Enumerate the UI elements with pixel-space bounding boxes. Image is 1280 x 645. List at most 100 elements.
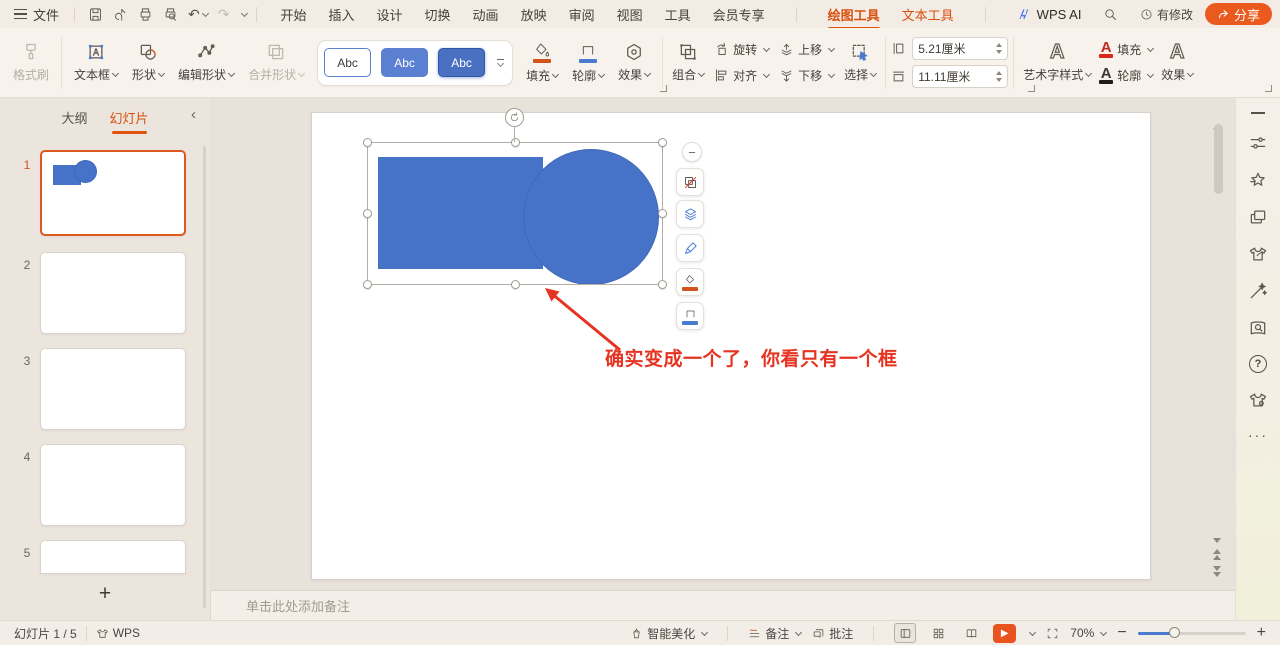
find-reference-button[interactable] [1248,318,1268,338]
slide-thumbnail-2[interactable] [40,252,186,334]
slide-thumbnail-5[interactable] [40,540,186,574]
shape-effects-button[interactable]: 效果 [611,40,657,85]
undo-button[interactable]: ↶ [188,6,209,23]
edit-shape-button[interactable]: 编辑形状 [171,40,241,85]
wps-ai-button[interactable]: WPS AI [1017,7,1081,22]
align-button[interactable]: 对齐 [710,65,773,87]
slide-thumbnail-4[interactable] [40,444,186,526]
resize-handle-sw[interactable] [363,280,372,289]
search-icon[interactable] [1103,7,1118,22]
style-swatch-1[interactable]: Abc [324,48,372,77]
width-input[interactable] [918,69,983,84]
tab-insert[interactable]: 插入 [329,5,355,24]
zoom-in-button[interactable]: + [1257,625,1266,641]
zoom-slider[interactable] [1137,626,1246,640]
normal-view-button[interactable] [894,623,917,643]
group-launcher-icon[interactable] [660,85,667,92]
comments-button[interactable]: 批注 [812,625,853,642]
smart-tools-button[interactable] [1248,281,1268,301]
tab-member[interactable]: 会员专享 [713,5,765,24]
smart-beautify-button[interactable]: 智能美化 [630,625,709,642]
style-swatch-3-selected[interactable]: Abc [438,48,486,77]
bring-forward-button[interactable]: 上移 [775,39,838,61]
tab-drawing-tools[interactable]: 绘图工具 [827,5,880,30]
tab-text-tools[interactable]: 文本工具 [902,5,954,24]
gallery-expand-button[interactable] [495,58,506,68]
format-brush-button[interactable] [676,234,704,262]
selection-pane-button[interactable] [1248,207,1268,227]
resize-handle-nw[interactable] [363,138,372,147]
tab-review[interactable]: 审阅 [569,5,595,24]
zoom-level[interactable]: 70% [1070,626,1108,640]
wordart-effects-button[interactable]: A 效果 [1157,41,1197,83]
spin-up-icon[interactable] [996,71,1003,75]
tab-transition[interactable]: 切换 [425,5,451,24]
resize-handle-w[interactable] [363,209,372,218]
share-button[interactable]: 分享 [1204,3,1272,25]
tab-slideshow[interactable]: 放映 [521,5,547,24]
layer-order-button[interactable] [676,200,704,228]
slide-sorter-view-button[interactable] [927,623,949,643]
selection-box[interactable] [363,138,667,289]
tab-home[interactable]: 开始 [280,5,306,24]
resize-handle-n[interactable] [511,138,520,147]
slideshow-play-button[interactable]: ▶ [993,623,1017,643]
collapse-toolbar-button[interactable]: − [682,142,702,162]
shapes-button[interactable]: 形状 [125,40,171,85]
group-launcher-icon[interactable] [1028,85,1035,92]
panel-scrollbar[interactable] [203,146,206,608]
tab-view[interactable]: 视图 [617,5,643,24]
fit-window-button[interactable] [1046,627,1059,640]
tab-slides[interactable]: 幻灯片 [110,108,149,134]
group-launcher-icon[interactable] [1265,85,1272,92]
slide-thumbnail-1[interactable] [40,150,186,236]
wordart-outline-button[interactable]: A 轮廓 [1095,65,1157,87]
resize-handle-ne[interactable] [658,138,667,147]
file-menu-button[interactable]: 文件 [8,5,65,24]
more-tools-button[interactable]: ··· [1248,427,1268,443]
panel-collapse-button[interactable]: ‹ [191,106,196,123]
add-slide-button[interactable]: + [0,582,210,606]
notes-button[interactable]: 备注 [748,625,803,642]
reading-view-button[interactable] [960,623,982,643]
design-materials-button[interactable] [1248,244,1268,264]
notes-bar[interactable]: 单击此处添加备注 [210,590,1235,620]
resize-handle-s[interactable] [511,280,520,289]
rotate-handle[interactable] [505,108,524,127]
spin-down-icon[interactable] [996,50,1003,54]
sidebar-collapse-button[interactable] [1251,112,1265,114]
print-preview-button[interactable] [163,7,178,22]
tab-outline[interactable]: 大纲 [61,108,87,127]
merge-shapes-quick-button[interactable] [676,168,704,196]
rotate-button[interactable]: 旋转 [710,39,773,61]
modified-status[interactable]: 有修改 [1140,6,1193,23]
select-button[interactable]: 选择 [840,42,880,83]
tab-design[interactable]: 设计 [377,5,403,24]
merge-shapes-button[interactable]: 合并形状 [241,40,311,85]
wps-skin-button[interactable]: WPS [96,626,140,640]
print-button[interactable] [138,7,153,22]
send-backward-button[interactable]: 下移 [775,65,838,87]
effects-star-button[interactable] [1248,170,1268,190]
vertical-scrollbar-thumb[interactable] [1214,124,1223,194]
spin-down-icon[interactable] [996,78,1003,82]
zoom-out-button[interactable]: − [1117,625,1126,641]
help-button[interactable]: ? [1249,355,1267,373]
slide-thumbnail-3[interactable] [40,348,186,430]
next-slide-button[interactable] [1213,566,1221,577]
skin-settings-button[interactable] [1248,390,1268,410]
redo-button[interactable]: ↷ [218,6,230,23]
format-painter-button[interactable]: 格式刷 [6,40,56,85]
tab-tools[interactable]: 工具 [665,5,691,24]
quickbar-expand-button[interactable] [239,9,249,18]
save-button[interactable] [88,7,103,22]
zoom-slider-knob[interactable] [1168,627,1180,638]
style-swatch-2[interactable]: Abc [381,48,429,77]
object-properties-button[interactable] [1248,133,1268,153]
spin-up-icon[interactable] [996,43,1003,47]
textbox-button[interactable]: 文本框 [67,40,125,85]
wordart-styles-button[interactable]: A 艺术字样式 [1019,41,1095,83]
play-options-chevron-icon[interactable] [1029,628,1037,636]
height-input[interactable] [918,41,983,56]
resize-handle-e[interactable] [658,209,667,218]
